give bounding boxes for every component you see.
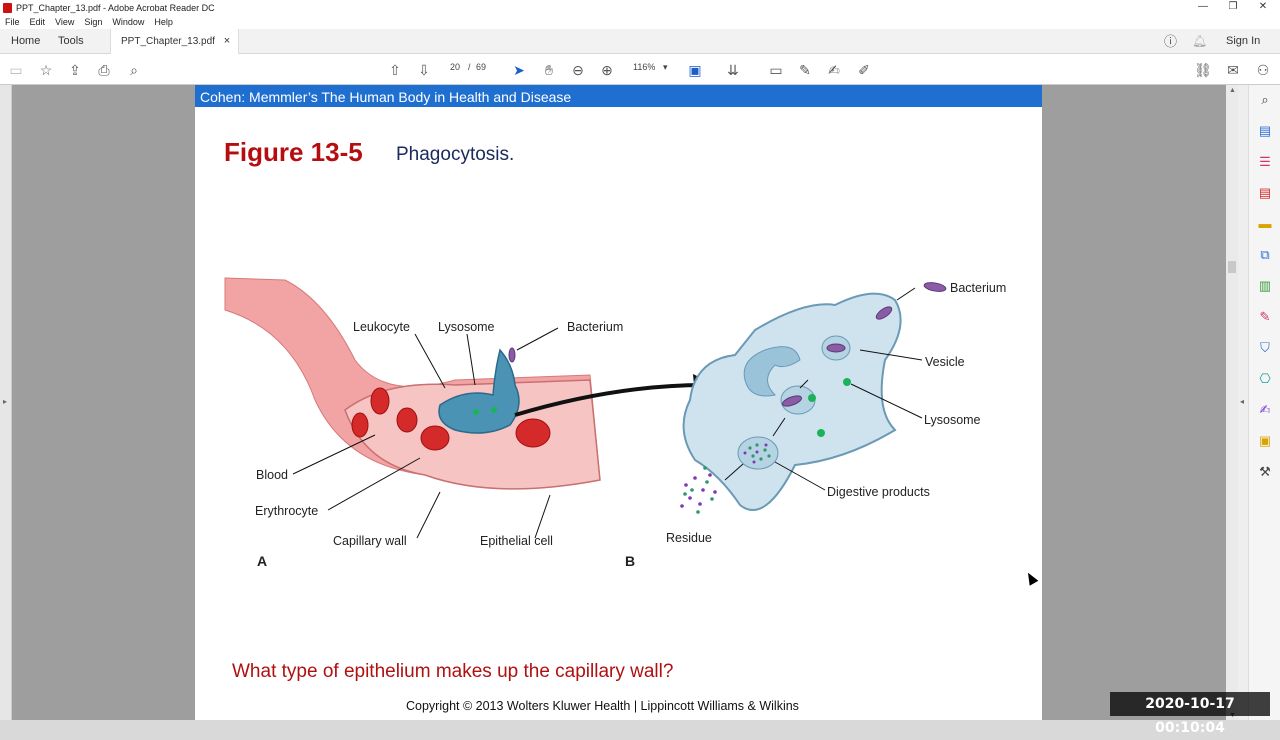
scroll-thumb[interactable] [1228,261,1236,273]
label-bacterium-a: Bacterium [567,320,623,334]
add-user-icon[interactable]: ⚇ [1254,61,1272,79]
protect-shield-icon[interactable]: ⛉ [1257,340,1273,356]
search-tool-icon[interactable]: ⌕ [1257,92,1273,108]
select-cursor-icon[interactable]: ➤ [510,61,528,79]
close-window-button[interactable]: ✕ [1248,0,1278,15]
minimize-button[interactable]: — [1188,0,1218,15]
menu-bar: File Edit View Sign Window Help [0,15,1280,29]
previous-page-icon[interactable]: ⇧ [386,61,404,79]
tab-bar: Home Tools PPT_Chapter_13.pdf × ⓘ 🔔︎ Sig… [0,29,1280,55]
sign-in-link[interactable]: Sign In [1226,29,1260,54]
fill-sign-tool-icon[interactable]: ✎ [1257,309,1273,325]
total-pages: 69 [476,62,487,72]
restore-button[interactable]: ❐ [1218,0,1248,15]
next-page-icon[interactable]: ⇩ [415,61,433,79]
label-residue: Residue [666,531,712,545]
bookmark-star-icon[interactable]: ☆ [37,61,55,79]
optimize-icon[interactable]: ⎔ [1257,371,1273,387]
help-icon[interactable]: ⓘ [1164,29,1177,54]
collapse-right-arrow-icon[interactable]: ◂ [1240,397,1244,406]
comment-tool-icon[interactable]: ▬ [1257,216,1273,232]
tab-document-label: PPT_Chapter_13.pdf [121,36,215,47]
label-bacterium-b: Bacterium [950,281,1006,295]
link-share-icon[interactable]: ⛓︎ [1194,61,1212,79]
highlight-pen-icon[interactable]: ✎ [796,61,814,79]
fill-sign-icon[interactable]: ✐ [855,61,873,79]
menu-sign[interactable]: Sign [79,15,107,29]
label-capillary-wall: Capillary wall [333,534,407,548]
export-pdf-icon[interactable]: ▤ [1257,185,1273,201]
figure-label: Figure 13-5 [224,137,363,167]
window-title: PPT_Chapter_13.pdf - Adobe Acrobat Reade… [16,2,215,13]
organize-pages-icon[interactable]: ☰ [1257,154,1273,170]
zoom-out-icon[interactable]: ⊖ [569,61,587,79]
email-icon[interactable]: ✉︎ [1224,61,1242,79]
zoom-in-icon[interactable]: ⊕ [598,61,616,79]
tab-home[interactable]: Home [11,29,40,54]
label-lysosome-a: Lysosome [438,320,495,334]
send-review-icon[interactable]: ▣ [1257,433,1273,449]
zoom-level-dropdown[interactable]: 116% [633,62,655,72]
tab-tools[interactable]: Tools [58,29,84,54]
label-epithelial-cell: Epithelial cell [480,534,553,548]
pdf-page: Cohen: Memmler’s The Human Body in Healt… [195,85,1042,720]
video-timestamp: 2020-10-17 00:10:04 [1110,692,1270,736]
save-icon[interactable]: ▭ [7,61,25,79]
figure-caption: Phagocytosis. [396,144,515,165]
menu-help[interactable]: Help [149,15,178,29]
right-panel-divider: ◂ [1238,85,1248,720]
title-bar: PPT_Chapter_13.pdf - Adobe Acrobat Reade… [0,0,1280,15]
print-icon[interactable]: ⎙ [95,61,113,79]
send-signature-icon[interactable]: ✍︎ [1257,402,1273,418]
menu-edit[interactable]: Edit [25,15,51,29]
current-page-field[interactable]: 20 [450,62,460,72]
page-banner: Cohen: Memmler’s The Human Body in Healt… [195,85,1042,107]
hand-tool-icon[interactable]: ✋︎ [540,61,558,79]
fit-page-icon[interactable]: ▣ [686,61,704,79]
phagocytosis-figure: Leukocyte Lysosome Bacterium Blood Eryth… [224,277,1006,569]
capillary-illustration [224,277,713,490]
expand-left-arrow-icon[interactable]: ▸ [3,397,7,406]
menu-view[interactable]: View [50,15,79,29]
label-blood: Blood [256,468,288,482]
right-tools-panel: ⌕ ▤ ☰ ▤ ▬ ⧉ ▥ ✎ ⛉ ⎔ ✍︎ ▣ ⚒︎ [1248,85,1280,720]
toolbar: ▭ ☆ ⇪ ⎙ ⌕ ⇧ ⇩ 20 / 69 ➤ ✋︎ ⊖ ⊕ 116% ▾ ▣ … [0,54,1280,85]
label-lysosome-b: Lysosome [924,413,981,427]
slide-question: What type of epithelium makes up the cap… [232,661,674,682]
edit-pdf-icon[interactable]: ▥ [1257,278,1273,294]
more-tools-icon[interactable]: ⚒︎ [1257,464,1273,480]
panel-label-a: A [257,553,267,569]
zoom-chevron-down-icon[interactable]: ▾ [663,62,668,73]
phagocyte-illustration [680,282,947,514]
label-vesicle: Vesicle [925,355,965,369]
vertical-scrollbar[interactable]: ▲ ▼ [1226,85,1238,720]
label-digestive-products: Digestive products [827,485,930,499]
label-erythrocyte: Erythrocyte [255,504,318,518]
create-pdf-icon[interactable]: ▤ [1257,123,1273,139]
scroll-mode-icon[interactable]: ⇊ [724,61,742,79]
scroll-up-arrow-icon[interactable]: ▲ [1229,87,1236,94]
draw-icon[interactable]: ✍︎ [825,61,843,79]
upload-cloud-icon[interactable]: ⇪ [66,61,84,79]
notification-bell-icon[interactable]: 🔔︎ [1192,29,1207,54]
menu-file[interactable]: File [0,15,25,29]
page-separator: / [468,62,471,72]
left-panel-toggle[interactable]: ▸ [0,85,12,720]
copyright-footer: Copyright © 2013 Wolters Kluwer Health |… [406,699,799,713]
label-leukocyte: Leukocyte [353,320,410,334]
tab-document[interactable]: PPT_Chapter_13.pdf × [110,29,240,55]
combine-files-icon[interactable]: ⧉ [1257,247,1273,263]
search-zoom-icon[interactable]: ⌕ [125,61,143,79]
acrobat-icon [3,2,12,13]
panel-label-b: B [625,553,635,569]
menu-window[interactable]: Window [107,15,149,29]
tab-close-icon[interactable]: × [224,35,230,47]
comment-icon[interactable]: ▭ [767,61,785,79]
